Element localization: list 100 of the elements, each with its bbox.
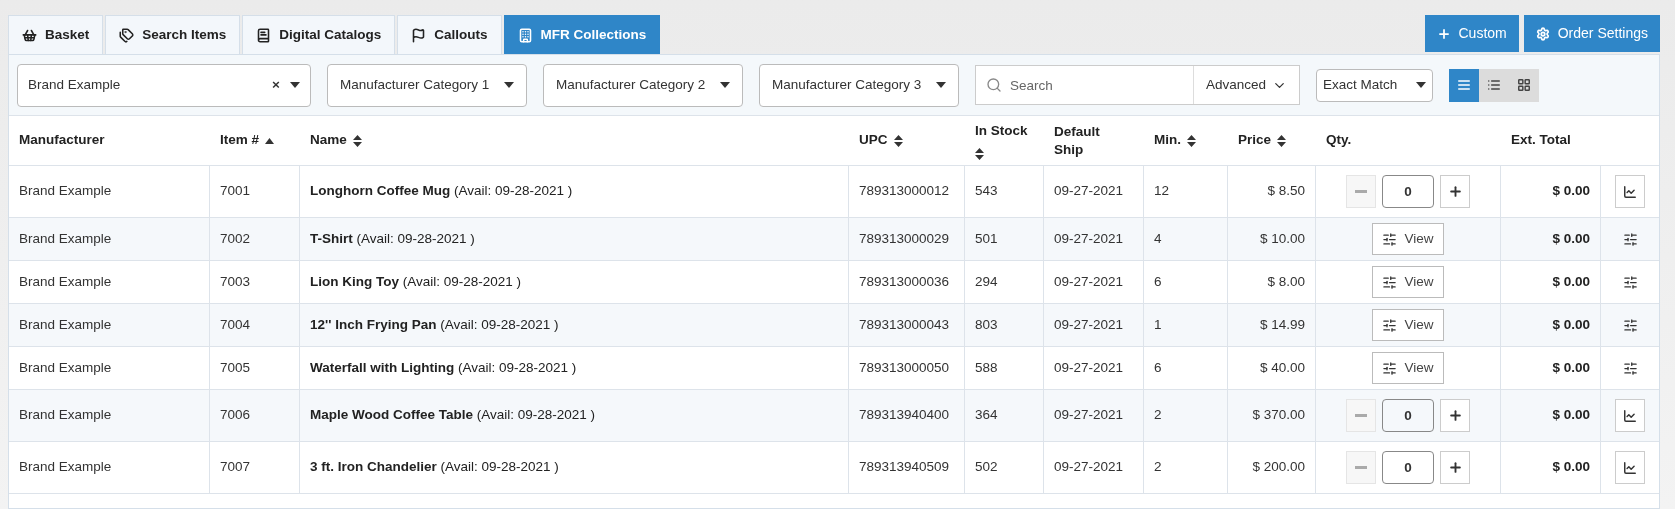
match-select[interactable]: Exact Match <box>1316 68 1433 102</box>
table-cell-text: Brand Example <box>19 182 112 201</box>
column-header: Qty. <box>1326 131 1352 150</box>
sliders-icon <box>1382 360 1398 376</box>
table-cell-text: 09-27-2021 <box>1054 406 1124 425</box>
chart-button[interactable] <box>1615 451 1645 484</box>
quantity-field[interactable]: 0 <box>1382 175 1434 208</box>
table-cell-text: 789313000036 <box>859 272 950 291</box>
table-cell-text: $ 0.00 <box>1552 315 1590 334</box>
table-cell-text: 6 <box>1154 272 1162 291</box>
product-name: 3 ft. Iron Chandelier (Avail: 09-28-2021 ) <box>310 458 559 477</box>
table-cell-text: 789313940509 <box>859 458 950 477</box>
search-field[interactable]: Search <box>1010 66 1193 104</box>
product-name: T-Shirt (Avail: 09-28-2021 ) <box>310 229 475 248</box>
chart-button[interactable] <box>1615 175 1645 208</box>
table-cell-text: 294 <box>975 272 998 291</box>
category-select[interactable]: Manufacturer Category 2 <box>543 63 743 107</box>
tab[interactable]: Search Items <box>105 15 241 54</box>
table-cell-text: 09-27-2021 <box>1054 458 1124 477</box>
tab[interactable]: Digital Catalogs <box>242 15 396 54</box>
brand-select[interactable]: Brand Example × <box>17 63 311 107</box>
minus-icon <box>1355 466 1367 469</box>
column-header: Name <box>310 131 347 150</box>
quantity-field[interactable]: 0 <box>1382 399 1434 432</box>
grid-icon <box>1517 78 1531 92</box>
tab[interactable]: Callouts <box>397 15 502 54</box>
view-button[interactable]: View <box>1372 352 1444 384</box>
column-header: In Stock <box>975 122 1028 141</box>
view-toggle[interactable] <box>1479 68 1509 102</box>
category-select[interactable]: Manufacturer Category 1 <box>327 63 527 107</box>
product-name: Maple Wood Coffee Table (Avail: 09-28-2021 ) <box>310 406 596 425</box>
sliders-icon <box>1382 317 1398 333</box>
book-icon <box>256 27 272 43</box>
table-cell-text: 7006 <box>220 406 251 425</box>
table-cell-text: Brand Example <box>19 406 112 425</box>
increment-button[interactable] <box>1440 175 1470 208</box>
category-select[interactable]: Manufacturer Category 3 <box>759 63 959 107</box>
line-chart-icon <box>1623 408 1637 423</box>
sliders-icon[interactable] <box>1622 231 1638 247</box>
table-cell-text: 2 <box>1154 406 1162 425</box>
minus-icon <box>1355 190 1367 193</box>
chart-button[interactable] <box>1615 399 1645 432</box>
column-header: Default Ship <box>1054 122 1101 159</box>
view-button[interactable]: View <box>1372 266 1444 298</box>
column-header: Min. <box>1154 131 1181 150</box>
caret-icon <box>290 82 300 88</box>
sliders-icon[interactable] <box>1622 274 1638 290</box>
caret-icon <box>504 82 514 88</box>
table-cell-text: 803 <box>975 315 998 334</box>
flag-icon <box>411 27 427 43</box>
table-cell-text: $ 0.00 <box>1552 182 1590 201</box>
quantity-field[interactable]: 0 <box>1382 451 1434 484</box>
table-cell-text: 588 <box>975 358 998 377</box>
table-cell-text: 789313000012 <box>859 182 950 201</box>
table-cell-text: $ 200.00 <box>1252 458 1305 477</box>
table-cell-text: 789313000043 <box>859 315 950 334</box>
table-cell-text: Brand Example <box>19 272 112 291</box>
tags-icon <box>119 27 135 43</box>
table-cell-text: $ 8.50 <box>1267 182 1305 201</box>
sliders-icon[interactable] <box>1622 360 1638 376</box>
view-button[interactable]: View <box>1372 309 1444 341</box>
table-cell-text: 789313000029 <box>859 229 950 248</box>
advanced-dropdown[interactable]: Advanced <box>1192 66 1299 104</box>
settings-icon <box>1535 26 1550 41</box>
table-cell-text: 502 <box>975 458 998 477</box>
increment-button[interactable] <box>1440 399 1470 432</box>
tab[interactable]: MFR Collections <box>503 15 661 54</box>
clear-button[interactable]: × <box>272 74 280 96</box>
table-cell-text: 6 <box>1154 358 1162 377</box>
table-cell-text: 364 <box>975 406 998 425</box>
column-header: Ext. Total <box>1511 131 1571 150</box>
sliders-icon[interactable] <box>1622 317 1638 333</box>
plus-icon <box>1436 26 1451 41</box>
caret-icon <box>720 82 730 88</box>
product-name: Lion King Toy (Avail: 09-28-2021 ) <box>310 272 522 291</box>
table-cell-text: $ 370.00 <box>1252 406 1305 425</box>
table-cell-text: $ 0.00 <box>1552 406 1590 425</box>
table-cell-text: $ 10.00 <box>1259 229 1305 248</box>
tab[interactable]: Basket <box>8 15 104 54</box>
table-cell-text: 09-27-2021 <box>1054 358 1124 377</box>
view-button[interactable]: View <box>1372 223 1444 255</box>
increment-button[interactable] <box>1440 451 1470 484</box>
table-cell-text: 2 <box>1154 458 1162 477</box>
action-button[interactable]: Custom <box>1424 15 1519 52</box>
table-cell-text: 7003 <box>220 272 251 291</box>
caret-icon <box>1416 82 1426 88</box>
product-name: Longhorn Coffee Mug (Avail: 09-28-2021 ) <box>310 182 573 201</box>
search-box[interactable]: Search Advanced <box>975 65 1300 105</box>
table-cell-text: Brand Example <box>19 229 112 248</box>
table-cell-text: $ 0.00 <box>1552 458 1590 477</box>
caret-icon <box>936 82 946 88</box>
table-cell-text: 09-27-2021 <box>1054 229 1124 248</box>
action-button[interactable]: Order Settings <box>1523 15 1660 52</box>
table-cell-text: 7004 <box>220 315 251 334</box>
view-toggle[interactable] <box>1449 68 1479 102</box>
view-toggle[interactable] <box>1509 68 1539 102</box>
column-header: Item # <box>220 131 260 150</box>
table-cell-text: $ 14.99 <box>1259 315 1305 334</box>
table-cell-text: 1 <box>1154 315 1162 334</box>
table-cell-text: $ 0.00 <box>1552 358 1590 377</box>
